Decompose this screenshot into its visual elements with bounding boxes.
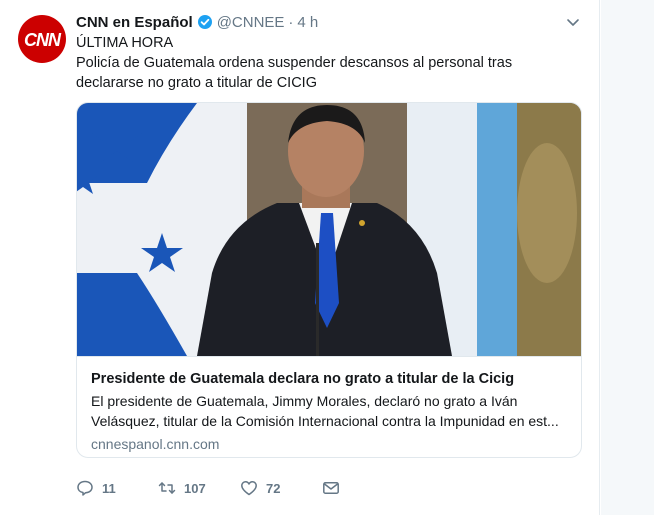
retweet-count: 107 [184, 480, 206, 496]
tweet-timestamp[interactable]: 4 h [297, 14, 318, 31]
direct-message-button[interactable] [322, 479, 340, 497]
retweet-button[interactable]: 107 [158, 479, 240, 497]
chevron-down-icon[interactable] [565, 14, 581, 30]
author-name[interactable]: CNN en Español [76, 14, 193, 31]
card-description-line2: Velásquez, titular de la Comisión Intern… [91, 413, 559, 429]
card-description-line1: El presidente de Guatemala, Jimmy Morale… [91, 393, 518, 409]
card-domain: cnnespanol.cnn.com [91, 436, 220, 452]
tweet-text: ÚLTIMA HORA Policía de Guatemala ordena … [76, 33, 581, 93]
envelope-icon [323, 482, 339, 494]
avatar[interactable]: CNN [18, 15, 66, 63]
card-description: El presidente de Guatemala, Jimmy Morale… [91, 391, 569, 431]
reply-icon [77, 480, 93, 496]
card-title: Presidente de Guatemala declara no grato… [91, 371, 515, 387]
card-body[interactable]: Presidente de Guatemala declara no grato… [77, 356, 581, 457]
tweet-text-line1: ÚLTIMA HORA [76, 35, 174, 51]
card-image[interactable] [77, 103, 581, 356]
cnn-logo: CNN [24, 30, 62, 50]
author-handle[interactable]: @CNNEE [217, 14, 285, 31]
tweet-actions: 11 107 72 [76, 478, 340, 498]
reply-count: 11 [102, 480, 116, 496]
verified-badge-icon [197, 14, 213, 30]
link-card[interactable]: Presidente de Guatemala declara no grato… [76, 102, 582, 458]
retweet-icon [158, 482, 176, 494]
tweet-header: CNN en Español @CNNEE · 4 h [76, 12, 318, 32]
tweet[interactable]: CNN CNN en Español @CNNEE · 4 h ÚLTIMA H… [0, 0, 600, 515]
svg-text:CNN: CNN [24, 30, 62, 50]
separator-dot: · [288, 13, 294, 31]
heart-icon [241, 481, 257, 496]
like-button[interactable]: 72 [240, 479, 322, 497]
like-count: 72 [266, 480, 281, 496]
tweet-text-line2: Policía de Guatemala ordena suspender de… [76, 55, 513, 91]
reply-button[interactable]: 11 [76, 479, 158, 497]
right-gutter [601, 0, 654, 515]
